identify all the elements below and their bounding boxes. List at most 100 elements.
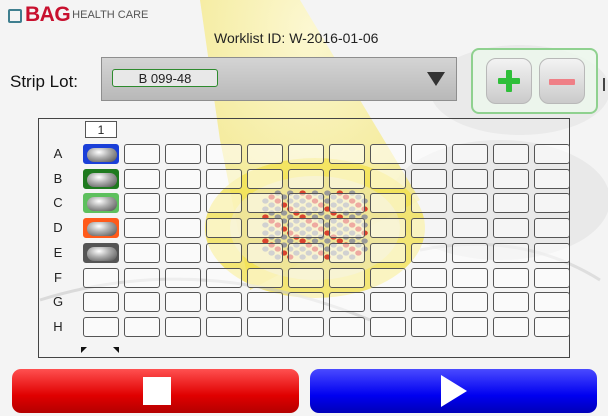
well-cell[interactable]: [370, 316, 406, 337]
well-cell[interactable]: [452, 193, 488, 214]
well-cell[interactable]: [452, 267, 488, 288]
well-cell[interactable]: [411, 242, 447, 263]
well-cell[interactable]: [206, 242, 242, 263]
well-cell[interactable]: [165, 193, 201, 214]
well-cell[interactable]: [206, 267, 242, 288]
well-cell[interactable]: [370, 292, 406, 313]
well-cell[interactable]: [288, 193, 324, 214]
well-cell[interactable]: [288, 316, 324, 337]
well-cell[interactable]: [493, 168, 529, 189]
well-cell[interactable]: [329, 218, 365, 239]
well-cell[interactable]: [370, 144, 406, 164]
well-cell[interactable]: [493, 316, 529, 337]
well-cell[interactable]: [124, 316, 160, 337]
well-cell[interactable]: [83, 316, 119, 337]
well-cell[interactable]: [83, 193, 119, 214]
well-cell[interactable]: [206, 168, 242, 189]
well-cell[interactable]: [493, 218, 529, 239]
well-cell[interactable]: [411, 292, 447, 313]
well-cell[interactable]: [493, 267, 529, 288]
well-cell[interactable]: [247, 242, 283, 263]
well-cell[interactable]: [329, 316, 365, 337]
well-cell[interactable]: [206, 218, 242, 239]
well-cell[interactable]: [124, 168, 160, 189]
well-cell[interactable]: [411, 267, 447, 288]
well-cell[interactable]: [534, 292, 570, 313]
well-cell[interactable]: [411, 193, 447, 214]
well-cell[interactable]: [124, 242, 160, 263]
well-cell[interactable]: [288, 218, 324, 239]
well-cell[interactable]: [534, 242, 570, 263]
well-cell[interactable]: [247, 292, 283, 313]
well-cell[interactable]: [411, 168, 447, 189]
well-cell[interactable]: [452, 218, 488, 239]
well-cell[interactable]: [452, 144, 488, 164]
well-cell[interactable]: [534, 168, 570, 189]
well-cell[interactable]: [165, 267, 201, 288]
well-cell[interactable]: [124, 193, 160, 214]
start-button[interactable]: [310, 369, 597, 413]
well-cell[interactable]: [329, 292, 365, 313]
well-cell[interactable]: [288, 168, 324, 189]
well-cell[interactable]: [247, 267, 283, 288]
well-cell[interactable]: [165, 242, 201, 263]
well-cell[interactable]: [83, 267, 119, 288]
remove-strip-button[interactable]: [539, 58, 585, 104]
well-cell[interactable]: [247, 316, 283, 337]
well-cell[interactable]: [288, 267, 324, 288]
well-cell[interactable]: [247, 144, 283, 164]
well-cell[interactable]: [329, 267, 365, 288]
well-cell[interactable]: [206, 144, 242, 164]
well-cell[interactable]: [165, 218, 201, 239]
well-cell[interactable]: [165, 168, 201, 189]
well-cell[interactable]: [493, 144, 529, 164]
well-cell[interactable]: [452, 242, 488, 263]
well-cell[interactable]: [370, 267, 406, 288]
well-cell[interactable]: [165, 144, 201, 164]
well-cell[interactable]: [206, 292, 242, 313]
well-cell[interactable]: [83, 292, 119, 313]
well-cell[interactable]: [411, 218, 447, 239]
well-cell[interactable]: [329, 168, 365, 189]
well-cell[interactable]: [165, 316, 201, 337]
well-cell[interactable]: [534, 144, 570, 164]
well-cell[interactable]: [370, 168, 406, 189]
well-cell[interactable]: [493, 193, 529, 214]
well-cell[interactable]: [124, 218, 160, 239]
stop-button[interactable]: [12, 369, 299, 413]
well-cell[interactable]: [247, 168, 283, 189]
add-strip-button[interactable]: [486, 58, 532, 104]
well-cell[interactable]: [124, 267, 160, 288]
well-cell[interactable]: [411, 144, 447, 164]
well-cell[interactable]: [247, 193, 283, 214]
well-cell[interactable]: [534, 218, 570, 239]
well-cell[interactable]: [206, 316, 242, 337]
well-cell[interactable]: [493, 292, 529, 313]
well-cell[interactable]: [288, 144, 324, 164]
well-cell[interactable]: [247, 218, 283, 239]
well-cell[interactable]: [452, 292, 488, 313]
well-cell[interactable]: [83, 218, 119, 239]
strip-lot-dropdown[interactable]: B 099-48: [101, 57, 457, 101]
well-cell[interactable]: [83, 168, 119, 189]
well-cell[interactable]: [165, 292, 201, 313]
well-cell[interactable]: [329, 144, 365, 164]
well-cell[interactable]: [288, 292, 324, 313]
well-cell[interactable]: [206, 193, 242, 214]
well-cell[interactable]: [534, 193, 570, 214]
well-cell[interactable]: [83, 242, 119, 263]
well-cell[interactable]: [452, 168, 488, 189]
well-cell[interactable]: [411, 316, 447, 337]
well-cell[interactable]: [124, 292, 160, 313]
well-cell[interactable]: [83, 144, 119, 164]
well-cell[interactable]: [534, 267, 570, 288]
well-cell[interactable]: [370, 218, 406, 239]
well-cell[interactable]: [452, 316, 488, 337]
well-cell[interactable]: [370, 193, 406, 214]
well-cell[interactable]: [288, 242, 324, 263]
well-cell[interactable]: [329, 193, 365, 214]
well-cell[interactable]: [370, 242, 406, 263]
well-cell[interactable]: [493, 242, 529, 263]
well-cell[interactable]: [534, 316, 570, 337]
well-cell[interactable]: [124, 144, 160, 164]
